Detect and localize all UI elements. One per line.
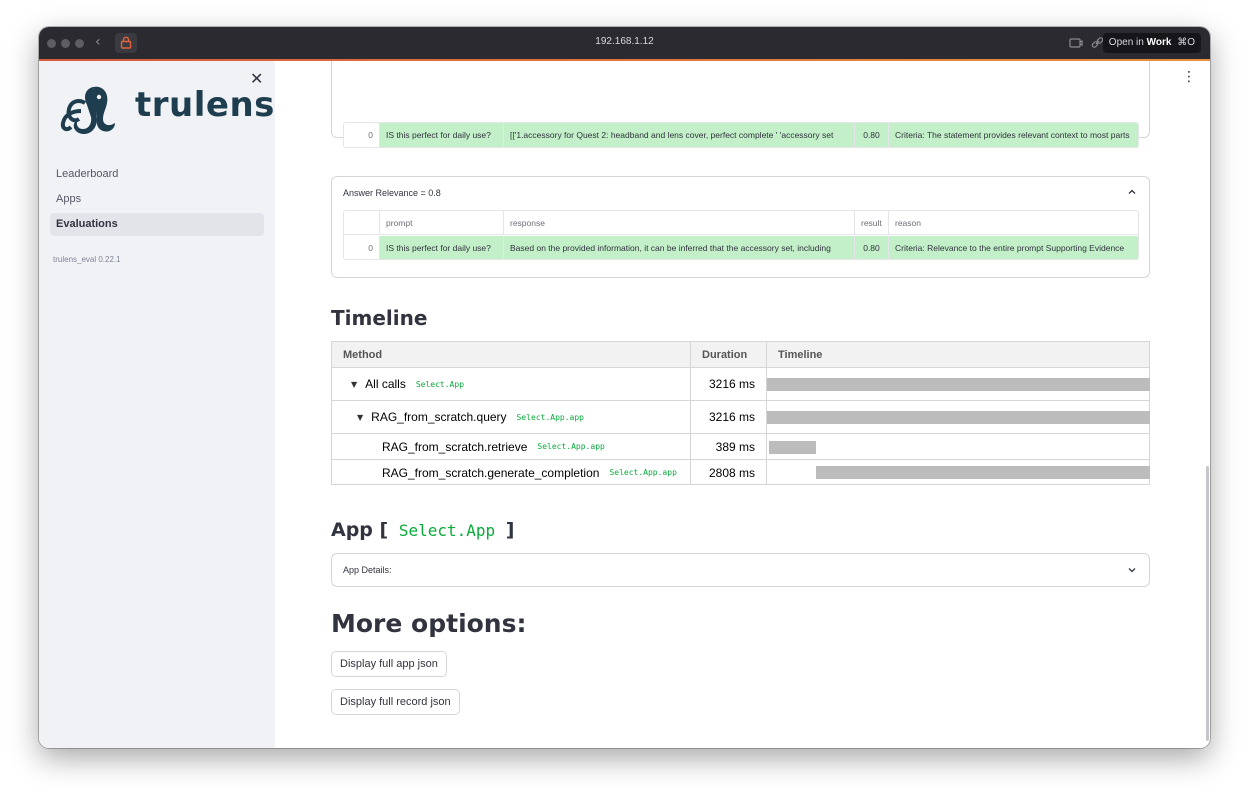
display-app-json-button[interactable]: Display full app json [331, 651, 447, 677]
open-in-prefix: Open in [1108, 37, 1144, 48]
column-header-timeline: Timeline [778, 349, 823, 361]
more-options-heading: More options: [331, 609, 527, 638]
browser-window: ‹ 192.168.1.12 Open in Work ⌘O ✕ trulens… [39, 27, 1210, 748]
response-cell[interactable]: Based on the provided information, it ca… [504, 236, 855, 259]
column-header-response[interactable]: response [504, 211, 855, 235]
display-record-json-button[interactable]: Display full record json [331, 689, 460, 715]
app-details-label[interactable]: App Details: [343, 565, 392, 575]
duration-value: 2808 ms [708, 465, 755, 480]
column-header-result[interactable]: result [855, 211, 889, 235]
row-index: 0 [344, 236, 380, 259]
timeline-row[interactable]: RAG_from_scratch.retrieve Select.App.app… [332, 434, 1149, 460]
caret-down-icon[interactable]: ▼ [351, 380, 357, 389]
app-details-expander[interactable]: App Details: [331, 553, 1150, 587]
app-heading-code: Select.App [398, 521, 496, 540]
timeline-bar [767, 411, 1150, 424]
sidebar-item-apps[interactable]: Apps [50, 188, 264, 211]
method-name: RAG_from_scratch.query [371, 410, 507, 424]
app-heading: App [ Select.App ] [331, 519, 514, 541]
app-heading-prefix: App [ [331, 519, 389, 541]
row-index: 0 [344, 123, 380, 147]
result-cell[interactable]: 0.80 [855, 236, 889, 259]
timeline-row[interactable]: RAG_from_scratch.generate_completion Sel… [332, 460, 1150, 485]
open-in-work-button[interactable]: Open in Work ⌘O [1102, 33, 1201, 53]
column-header-prompt[interactable]: prompt [380, 211, 504, 235]
timeline-header-row: Method Duration Timeline [332, 342, 1149, 368]
column-divider [690, 342, 691, 367]
table-row: 0 IS this perfect for daily use? Based o… [344, 236, 1138, 259]
more-menu-icon[interactable]: ⋮ [1182, 69, 1196, 85]
column-divider [766, 342, 767, 367]
column-divider [766, 460, 767, 485]
sidebar-item-leaderboard[interactable]: Leaderboard [50, 163, 264, 186]
version-label: trulens_eval 0.22.1 [53, 255, 121, 264]
sidebar: ✕ trulens Leaderboard Apps Evaluations t… [39, 61, 275, 748]
sidebar-nav: Leaderboard Apps Evaluations [50, 163, 264, 238]
caret-down-icon[interactable]: ▼ [357, 413, 363, 422]
answer-relevance-expander: Answer Relevance = 0.8 prompt response r… [331, 176, 1150, 278]
table-row: 0 IS this perfect for daily use? [['1.ac… [344, 123, 1138, 147]
method-name: RAG_from_scratch.generate_completion [382, 465, 600, 480]
scrollbar-thumb[interactable] [1206, 466, 1209, 741]
logo-wordmark: trulens [135, 85, 275, 125]
answer-relevance-table: prompt response result reason 0 IS this … [343, 210, 1139, 260]
squid-logo-icon [60, 86, 115, 135]
context-relevance-table: 0 IS this perfect for daily use? [['1.ac… [343, 122, 1139, 148]
column-header-method: Method [343, 349, 383, 361]
timeline-table: Method Duration Timeline ▼ All calls Sel… [331, 341, 1150, 485]
index-header [344, 211, 380, 235]
method-path: Select.App.app [516, 412, 584, 422]
app-heading-suffix: ] [505, 519, 515, 541]
timeline-bar [769, 440, 816, 454]
reason-cell[interactable]: Criteria: Relevance to the entire prompt… [889, 236, 1138, 259]
main-content: ⋮ 0 IS this perfect for daily use? [['1.… [275, 61, 1210, 748]
timeline-row[interactable]: ▼ RAG_from_scratch.query Select.App.app … [332, 401, 1150, 434]
answer-relevance-title[interactable]: Answer Relevance = 0.8 [343, 188, 441, 198]
duration-value: 389 ms [715, 439, 755, 454]
chevron-down-icon[interactable] [1127, 565, 1137, 575]
method-path: Select.App [415, 379, 465, 389]
browser-titlebar: ‹ 192.168.1.12 Open in Work ⌘O [39, 27, 1210, 59]
method-path: Select.App.app [609, 468, 677, 477]
response-cell[interactable]: [['1.accessory for Quest 2: headband and… [504, 123, 855, 147]
timeline-bar [767, 378, 1150, 391]
context-relevance-expander: 0 IS this perfect for daily use? [['1.ac… [331, 61, 1150, 148]
reason-cell[interactable]: Criteria: The statement provides relevan… [889, 123, 1138, 147]
cast-icon[interactable] [1069, 36, 1083, 54]
column-header-duration: Duration [702, 349, 748, 361]
open-in-target: Work [1146, 37, 1172, 48]
prompt-cell[interactable]: IS this perfect for daily use? [380, 123, 504, 147]
method-name: All calls [365, 377, 406, 391]
table-header-row: prompt response result reason [344, 211, 1138, 235]
timeline-row[interactable]: ▼ All calls Select.App 3216 ms [332, 368, 1150, 401]
chevron-up-icon[interactable] [1127, 187, 1137, 197]
column-header-reason[interactable]: reason [889, 211, 1138, 235]
timeline-heading: Timeline [331, 306, 428, 330]
result-cell[interactable]: 0.80 [855, 123, 889, 147]
timeline-bar [815, 466, 1150, 479]
method-path: Select.App.app [537, 442, 605, 451]
duration-value: 3216 ms [708, 410, 755, 424]
duration-value: 3216 ms [708, 377, 755, 391]
prompt-cell[interactable]: IS this perfect for daily use? [380, 236, 504, 259]
open-in-shortcut: ⌘O [1177, 37, 1195, 48]
address-bar-url[interactable]: 192.168.1.12 [39, 36, 1210, 47]
sidebar-item-evaluations[interactable]: Evaluations [50, 213, 264, 236]
trulens-logo: trulens [59, 79, 274, 135]
column-divider [766, 434, 767, 459]
method-name: RAG_from_scratch.retrieve [382, 439, 528, 454]
